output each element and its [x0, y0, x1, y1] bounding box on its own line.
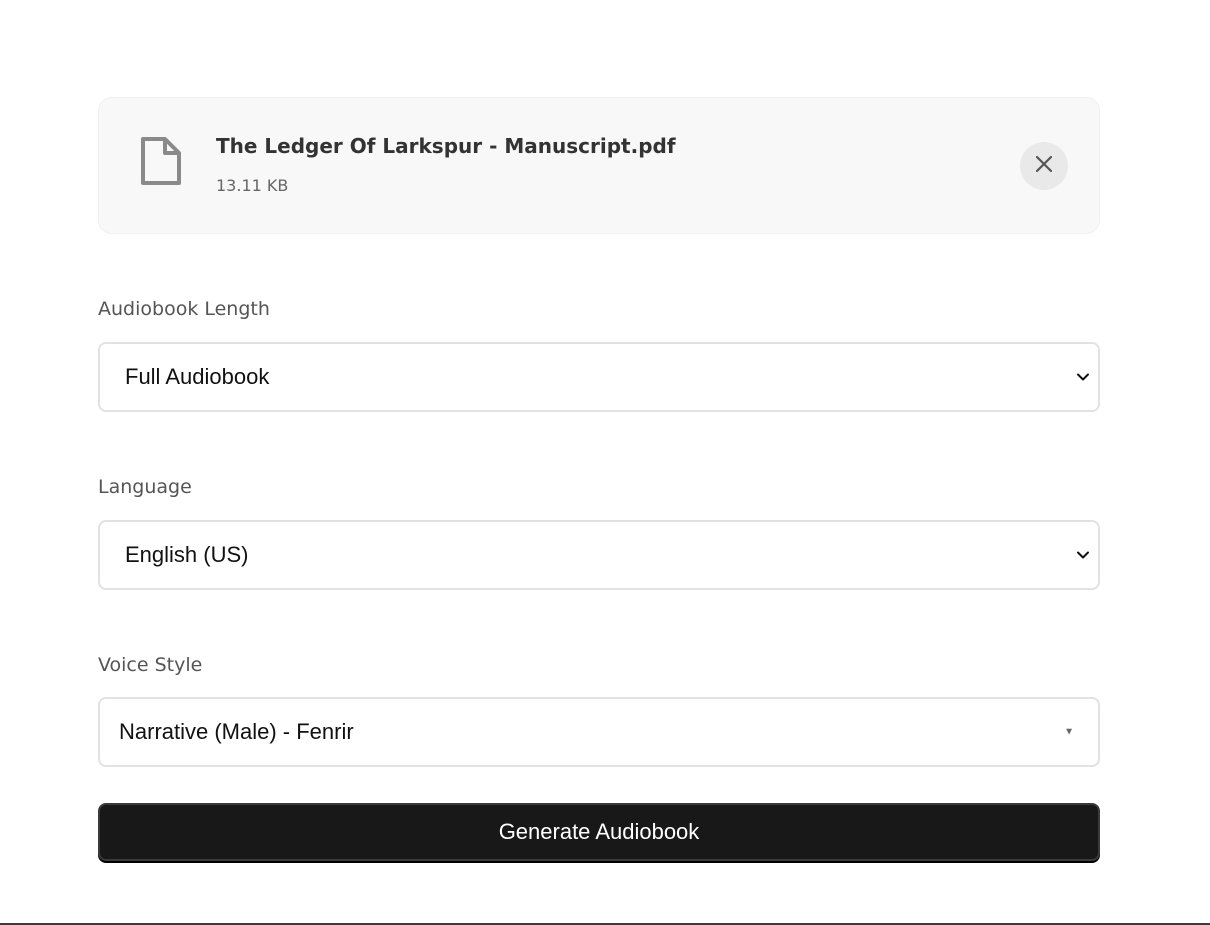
language-select[interactable]: English (US) — [98, 520, 1100, 590]
generate-audiobook-button[interactable]: Generate Audiobook — [98, 803, 1100, 861]
chevron-down-icon — [1076, 548, 1090, 562]
audiobook-length-select[interactable]: Full Audiobook — [98, 342, 1100, 412]
language-value: English (US) — [125, 542, 249, 567]
voice-style-label: Voice Style — [98, 654, 203, 676]
voice-style-value: Narrative (Male) - Fenrir — [119, 719, 354, 744]
file-size: 13.11 KB — [216, 176, 289, 195]
uploaded-file-card: The Ledger Of Larkspur - Manuscript.pdf … — [98, 97, 1100, 234]
chevron-down-icon — [1076, 370, 1090, 384]
remove-file-button[interactable] — [1020, 142, 1068, 190]
caret-down-icon: ▼ — [1064, 726, 1074, 738]
voice-style-select[interactable]: Narrative (Male) - Fenrir ▼ — [98, 697, 1100, 767]
audiobook-form-page: The Ledger Of Larkspur - Manuscript.pdf … — [0, 0, 1210, 925]
language-label: Language — [98, 476, 192, 498]
audiobook-length-value: Full Audiobook — [125, 364, 270, 389]
document-icon — [139, 135, 183, 187]
audiobook-length-label: Audiobook Length — [98, 298, 270, 320]
file-name: The Ledger Of Larkspur - Manuscript.pdf — [216, 134, 676, 158]
close-icon — [1035, 155, 1053, 178]
